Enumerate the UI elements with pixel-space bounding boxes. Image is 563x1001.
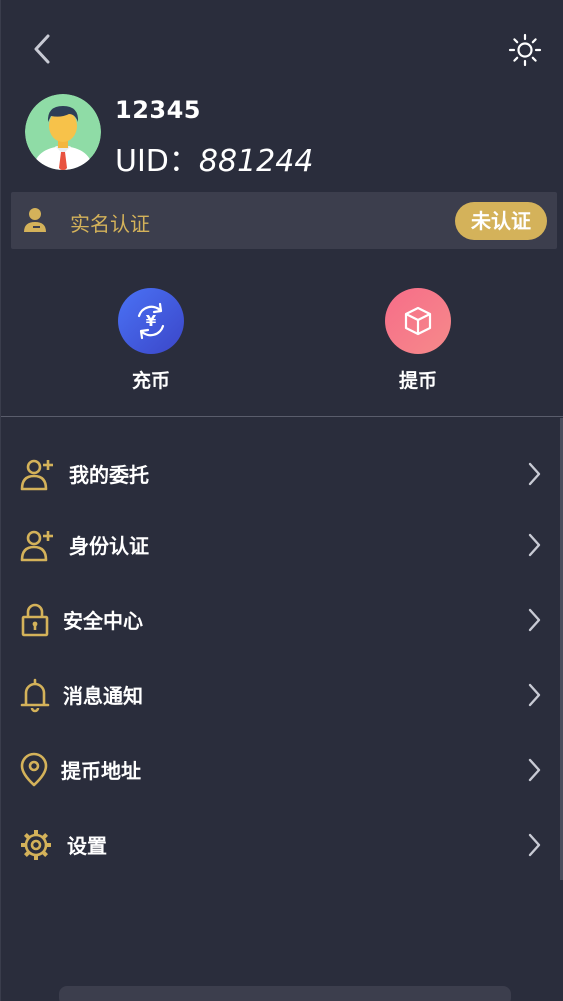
menu-item-my-orders[interactable]: 我的委托 [1,444,563,502]
deposit-button[interactable]: ¥ 充币 [101,288,201,398]
uid-label: UID： [115,144,199,179]
chevron-right-icon [528,683,541,707]
uid-row: UID：881244 [115,136,313,180]
sun-icon [508,33,542,67]
deposit-label: 充币 [131,370,170,392]
menu-item-label: 安全中心 [63,609,143,633]
location-pin-icon [20,752,48,787]
withdraw-label: 提币 [398,370,437,392]
svg-text:¥: ¥ [146,312,157,330]
add-user-icon [20,459,53,491]
chevron-right-icon [528,533,541,557]
menu-item-withdraw-address[interactable]: 提币地址 [1,740,563,798]
yuan-refresh-icon: ¥ [137,302,165,340]
chevron-right-icon [528,833,541,857]
chevron-left-icon [34,34,50,64]
avatar[interactable] [25,94,101,170]
section-divider [1,416,563,417]
bottom-bar [59,986,511,1001]
chevron-right-icon [528,758,541,782]
back-button[interactable] [29,32,57,66]
chevron-right-icon [528,462,541,486]
menu-item-label: 设置 [67,834,107,858]
bell-icon [20,678,50,713]
chevron-right-icon [528,608,541,632]
account-page: 12345 UID：881244 实名认证 未认证 ¥ 充币 提币 我的委托 身… [0,0,563,1001]
menu-item-label: 提币地址 [61,759,141,783]
menu-item-notifications[interactable]: 消息通知 [1,665,563,723]
menu-item-label: 我的委托 [69,463,149,487]
menu-item-identity-verification[interactable]: 身份认证 [1,515,563,573]
deposit-circle: ¥ [118,288,184,354]
menu-item-label: 身份认证 [69,534,149,558]
top-bar [1,0,563,96]
theme-toggle-button[interactable] [507,32,543,68]
real-name-verification-bar[interactable]: 实名认证 未认证 [11,192,557,249]
gear-icon [21,830,51,860]
lock-icon [21,603,49,637]
menu-item-label: 消息通知 [63,684,143,708]
box-icon [404,306,432,336]
uid-value: 881244 [198,144,314,179]
verification-label: 实名认证 [70,212,150,236]
add-user-icon [20,530,53,562]
person-icon [24,208,46,232]
withdraw-circle [385,288,451,354]
username: 12345 [115,96,201,124]
withdraw-button[interactable]: 提币 [368,288,468,398]
verification-status-badge[interactable]: 未认证 [455,202,547,240]
profile-section: 12345 UID：881244 [25,94,545,179]
avatar-man-icon [25,94,101,170]
menu-item-security-center[interactable]: 安全中心 [1,590,563,648]
menu-item-settings[interactable]: 设置 [1,815,563,873]
